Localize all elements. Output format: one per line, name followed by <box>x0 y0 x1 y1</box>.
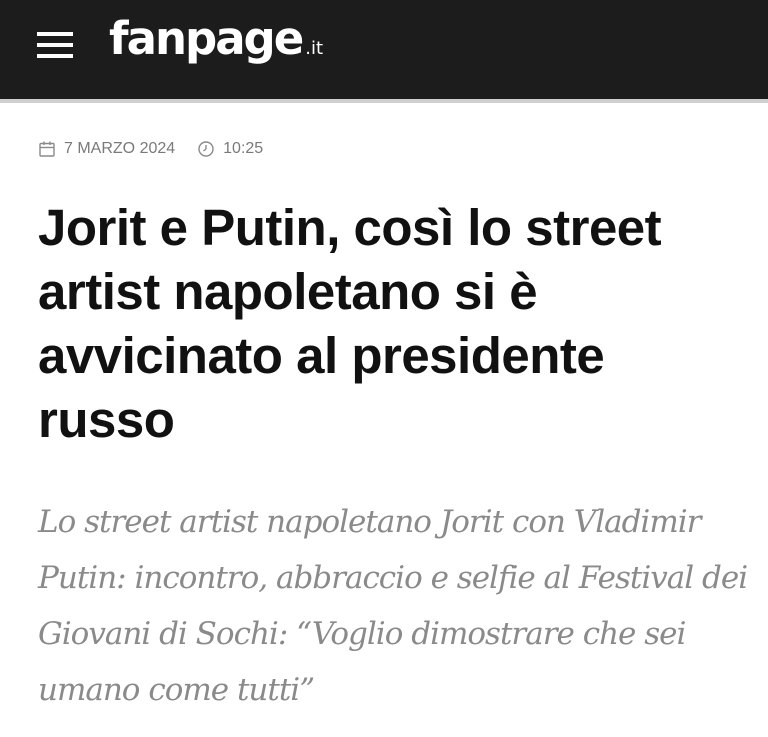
hamburger-menu-icon-bar-bottom <box>37 54 73 58</box>
article-meta: 7 MARZO 2024 10:25 <box>38 137 263 161</box>
hamburger-menu-icon <box>37 32 73 36</box>
article-summary: Lo street artist napoletano Jorit con Vl… <box>38 504 748 708</box>
logo-domain-suffix: .it <box>305 38 324 59</box>
logo-wordmark: fanpage <box>109 12 304 65</box>
clock-icon <box>197 140 215 158</box>
header-divider <box>0 99 768 103</box>
site-logo[interactable]: fanpage .it <box>109 12 323 72</box>
article-headline: Jorit e Putin, così lo street artist nap… <box>38 199 662 448</box>
hamburger-menu-icon-bar-middle <box>37 43 73 47</box>
publish-time: 10:25 <box>223 140 264 157</box>
menu-button[interactable] <box>32 27 78 63</box>
calendar-icon <box>38 140 56 158</box>
article-page: fanpage .it 7 MARZO 2024 10:25 Jorit e P… <box>0 0 768 737</box>
publish-date: 7 MARZO 2024 <box>64 140 176 157</box>
site-header: fanpage .it <box>0 0 768 99</box>
